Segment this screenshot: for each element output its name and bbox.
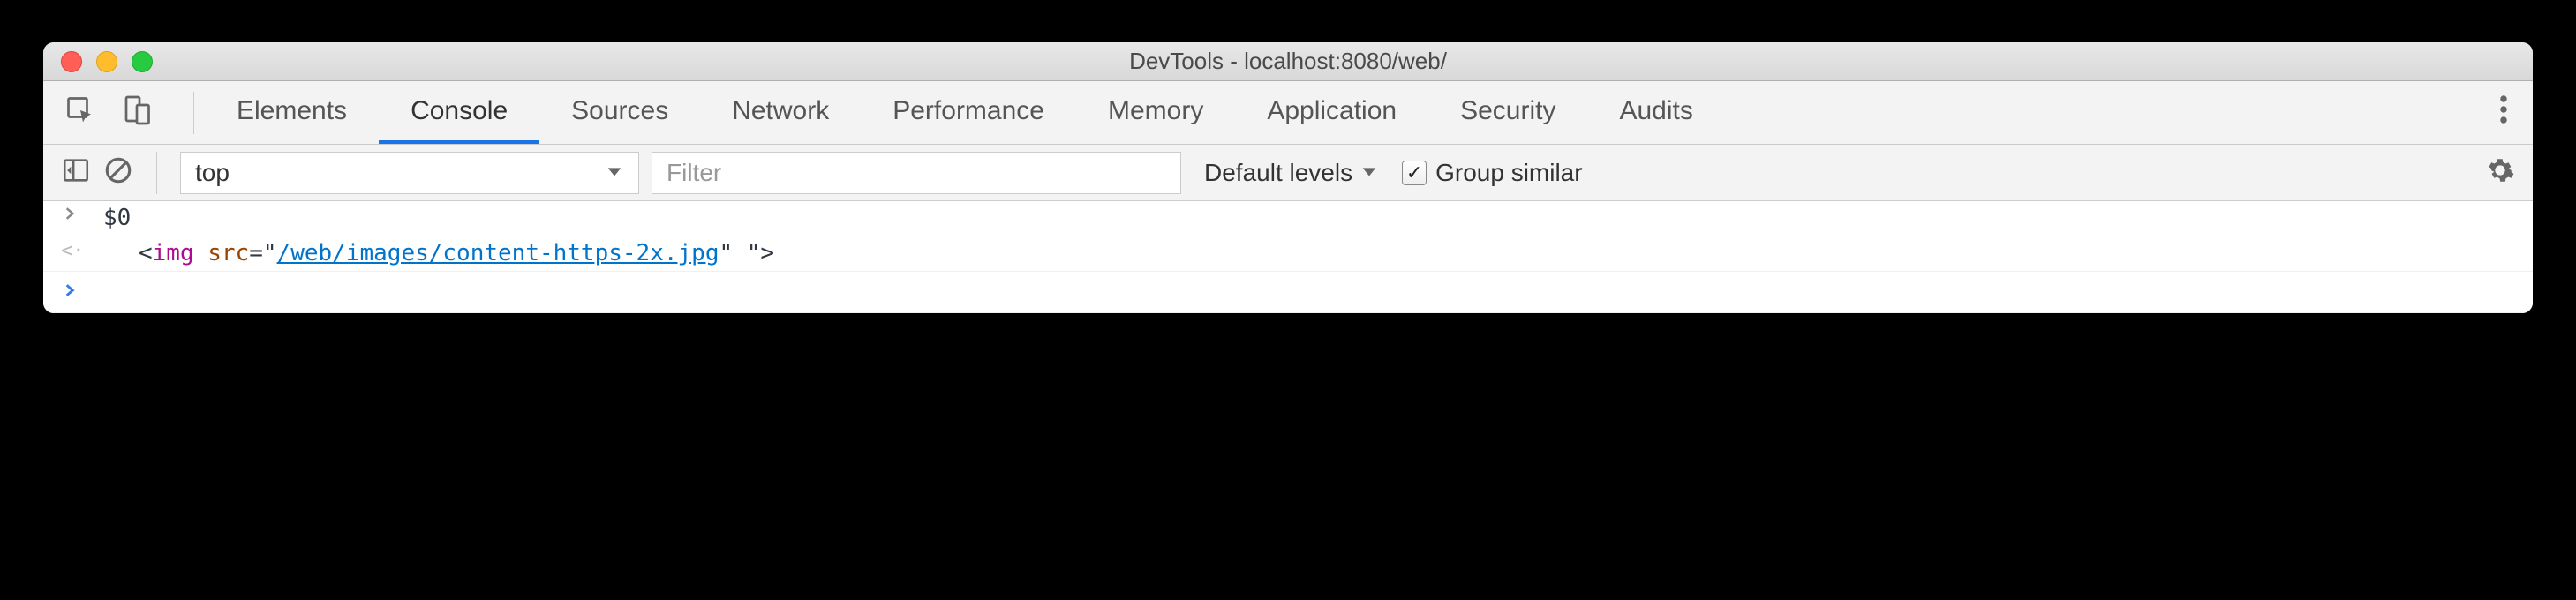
tab-elements[interactable]: Elements — [205, 81, 379, 144]
minimize-window-button[interactable] — [96, 51, 117, 72]
log-levels-selector[interactable]: Default levels — [1194, 159, 1390, 187]
close-window-button[interactable] — [61, 51, 82, 72]
checkbox-label: Group similar — [1435, 159, 1582, 187]
window-title: DevTools - localhost:8080/web/ — [1129, 48, 1447, 75]
group-similar-checkbox[interactable]: ✓ Group similar — [1402, 159, 1582, 187]
tab-console[interactable]: Console — [379, 81, 539, 144]
code-url-link[interactable]: /web/images/content-https-2x.jpg — [277, 240, 719, 266]
console-prompt-line[interactable] — [43, 272, 2533, 313]
console-output-line[interactable]: <· <img src="/web/images/content-https-2… — [43, 236, 2533, 272]
checkbox-icon: ✓ — [1402, 161, 1427, 185]
inspect-element-icon[interactable] — [61, 91, 100, 134]
tab-label: Audits — [1619, 96, 1692, 126]
tab-application[interactable]: Application — [1235, 81, 1428, 144]
tab-label: Console — [411, 96, 508, 126]
tab-performance[interactable]: Performance — [861, 81, 1076, 144]
console-output: $0 <· <img src="/web/images/content-http… — [43, 201, 2533, 313]
code-tagname: img — [153, 240, 194, 266]
context-label: top — [195, 159, 230, 187]
console-input-echo-line[interactable]: $0 — [43, 201, 2533, 236]
clear-console-icon[interactable] — [103, 155, 133, 190]
divider — [193, 92, 194, 134]
chevron-down-icon — [1360, 159, 1379, 187]
divider — [156, 152, 157, 194]
tab-security[interactable]: Security — [1428, 81, 1587, 144]
code-equals: =" — [249, 240, 276, 266]
device-toolbar-icon[interactable] — [117, 91, 156, 134]
filter-input[interactable] — [652, 152, 1181, 194]
code-attr: src — [207, 240, 249, 266]
devtools-window: DevTools - localhost:8080/web/ Elements … — [43, 42, 2533, 313]
code-bracket: < — [139, 240, 153, 266]
titlebar: DevTools - localhost:8080/web/ — [43, 42, 2533, 81]
tab-label: Network — [732, 96, 829, 126]
tab-sources[interactable]: Sources — [539, 81, 700, 144]
input-text: $0 — [96, 205, 2515, 231]
console-filter-bar: top Default levels ✓ Group similar — [43, 145, 2533, 201]
chevron-down-icon — [605, 159, 624, 187]
maximize-window-button[interactable] — [132, 51, 153, 72]
more-options-icon[interactable] — [2492, 86, 2515, 139]
tab-label: Performance — [893, 96, 1044, 126]
panel-tabs: Elements Console Sources Network Perform… — [205, 81, 1725, 144]
tab-label: Elements — [237, 96, 347, 126]
console-settings-icon[interactable] — [2485, 155, 2515, 190]
tab-memory[interactable]: Memory — [1076, 81, 1235, 144]
tabs-bar-left-controls — [61, 91, 183, 134]
prompt-chevron-icon — [61, 279, 79, 305]
tab-label: Memory — [1108, 96, 1203, 126]
tabs-bar-right-controls — [2456, 86, 2515, 139]
console-sidebar-toggle-icon[interactable] — [61, 155, 91, 190]
tab-label: Sources — [571, 96, 668, 126]
traffic-lights — [43, 51, 153, 72]
levels-label: Default levels — [1204, 159, 1352, 187]
input-indicator-icon — [61, 205, 96, 222]
tab-network[interactable]: Network — [700, 81, 861, 144]
execution-context-selector[interactable]: top — [180, 152, 639, 194]
tab-label: Application — [1267, 96, 1397, 126]
devtools-tabs-bar: Elements Console Sources Network Perform… — [43, 81, 2533, 145]
code-suffix: " "> — [719, 240, 774, 266]
tab-audits[interactable]: Audits — [1587, 81, 1724, 144]
output-text: <img src="/web/images/content-https-2x.j… — [96, 240, 2515, 266]
tab-label: Security — [1460, 96, 1555, 126]
output-indicator-icon: <· — [61, 240, 96, 262]
